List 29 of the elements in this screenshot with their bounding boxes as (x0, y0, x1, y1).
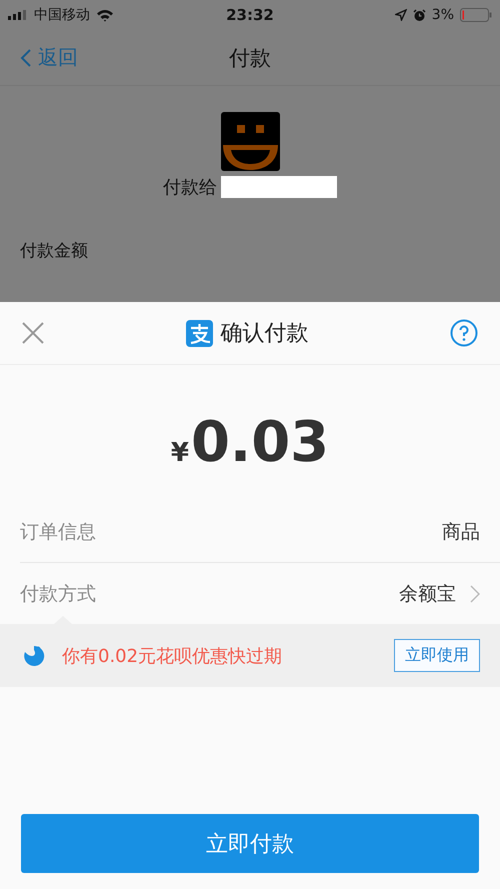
signal-icon (8, 10, 28, 20)
payment-amount: 0.03 (190, 415, 330, 471)
carrier-name: 中国移动 (34, 6, 90, 24)
close-icon[interactable] (22, 322, 44, 344)
battery-icon (460, 8, 492, 22)
sheet-title: 确认付款 (220, 320, 308, 348)
chevron-right-icon[interactable] (470, 584, 480, 602)
row-label: 付款方式 (20, 582, 96, 606)
currency-sign: ¥ (170, 438, 189, 468)
row-label: 订单信息 (20, 520, 96, 544)
payee-label: 付款给 (163, 176, 217, 199)
status-time: 23:32 (226, 6, 274, 24)
battery-percent: 3% (432, 7, 454, 23)
chevron-left-icon (20, 48, 32, 68)
use-now-button[interactable]: 立即使用 (394, 639, 480, 672)
location-icon (394, 9, 407, 21)
alarm-icon (412, 8, 426, 22)
help-icon[interactable] (450, 319, 478, 347)
back-button[interactable]: 返回 (20, 44, 78, 71)
row-value: 商品 (442, 520, 480, 544)
page-title: 付款 (229, 44, 271, 72)
row-value: 余额宝 (399, 582, 456, 606)
wifi-icon (96, 8, 114, 22)
amount-label: 付款金额 (20, 240, 89, 262)
pay-now-button[interactable]: 立即付款 (21, 814, 479, 873)
bird-logo-icon (22, 644, 46, 668)
smiley-avatar (220, 112, 280, 171)
promo-text: 你有0.02元花呗优惠快过期 (62, 644, 284, 668)
logo-icon (186, 320, 212, 346)
